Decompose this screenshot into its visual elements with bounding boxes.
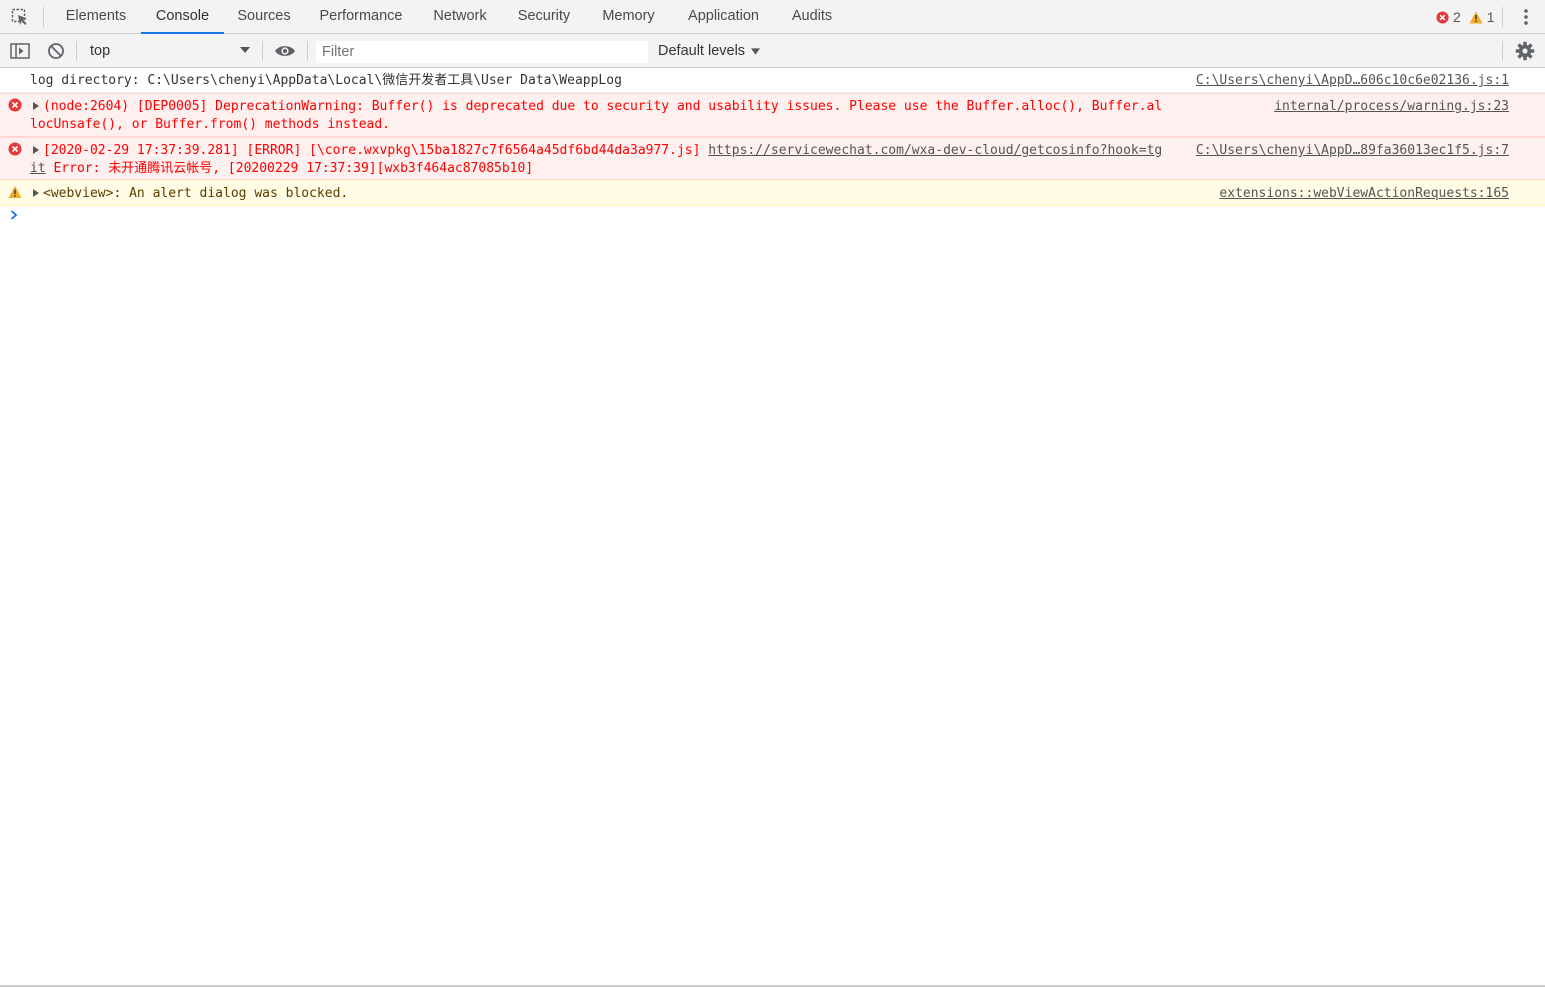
message-text: (node:2604) [DEP0005] DeprecationWarning… xyxy=(30,99,1163,132)
chevron-down-icon xyxy=(751,47,761,55)
chevron-down-icon xyxy=(240,47,250,53)
console-messages: log directory: C:\Users\chenyi\AppData\L… xyxy=(0,68,1545,228)
error-icon xyxy=(8,98,22,112)
gear-icon xyxy=(1515,41,1535,61)
expand-triangle-icon[interactable] xyxy=(33,102,39,110)
console-toolbar: top Default levels xyxy=(0,34,1545,68)
console-settings-button[interactable] xyxy=(1514,40,1536,62)
tab-network[interactable]: Network xyxy=(422,0,498,33)
tab-security[interactable]: Security xyxy=(508,0,580,33)
console-message-error: [2020-02-29 17:37:39.281] [ERROR] [\core… xyxy=(0,137,1545,180)
more-options-button[interactable] xyxy=(1515,6,1537,28)
log-levels-dropdown[interactable]: Default levels xyxy=(658,39,761,63)
prompt-chevron-icon xyxy=(10,210,18,220)
tab-elements[interactable]: Elements xyxy=(56,0,136,33)
context-selector[interactable]: top xyxy=(84,39,254,63)
issue-counters[interactable]: 2 1 xyxy=(1436,7,1503,27)
message-source-link[interactable]: C:\Users\chenyi\AppD…606c10c6e02136.js:1 xyxy=(1196,72,1509,90)
toolbar-separator xyxy=(307,41,308,61)
message-text: Error: 未开通腾讯云帐号, [20200229 17:37:39][wxb… xyxy=(45,161,534,176)
error-count: 2 xyxy=(1453,9,1461,25)
warning-icon xyxy=(8,186,22,198)
message-text: [2020-02-29 17:37:39.281] [ERROR] [\core… xyxy=(43,143,709,158)
tab-console[interactable]: Console xyxy=(141,0,224,34)
console-input[interactable] xyxy=(30,208,1510,226)
tab-performance[interactable]: Performance xyxy=(310,0,412,33)
message-source-link[interactable]: internal/process/warning.js:23 xyxy=(1274,98,1509,116)
tab-sources[interactable]: Sources xyxy=(228,0,300,33)
console-prompt xyxy=(0,206,1545,228)
clear-console-button[interactable] xyxy=(44,39,68,63)
console-message-error: (node:2604) [DEP0005] DeprecationWarning… xyxy=(0,93,1545,137)
warning-count-icon xyxy=(1469,11,1483,23)
tabbar-separator xyxy=(1502,7,1503,27)
filter-input[interactable] xyxy=(316,41,648,63)
tabbar-separator xyxy=(43,7,44,27)
message-source-link[interactable]: extensions::webViewActionRequests:165 xyxy=(1219,185,1509,203)
create-live-expression-button[interactable] xyxy=(273,39,297,63)
kebab-menu-icon xyxy=(1524,9,1528,25)
eye-icon xyxy=(275,46,295,56)
context-selector-value: top xyxy=(90,43,111,59)
error-icon xyxy=(8,142,22,156)
console-message-warning: <webview>: An alert dialog was blocked. … xyxy=(0,180,1545,206)
toolbar-separator xyxy=(1502,41,1503,61)
tab-application[interactable]: Application xyxy=(676,0,771,33)
message-source-link[interactable]: C:\Users\chenyi\AppD…89fa36013ec1f5.js:7 xyxy=(1196,142,1509,160)
warning-count: 1 xyxy=(1486,9,1495,25)
message-text: log directory: C:\Users\chenyi\AppData\L… xyxy=(30,73,622,88)
console-message-log: log directory: C:\Users\chenyi\AppData\L… xyxy=(0,68,1545,93)
tab-memory[interactable]: Memory xyxy=(591,0,666,33)
tab-audits[interactable]: Audits xyxy=(782,0,842,33)
clear-console-icon xyxy=(48,43,64,59)
show-sidebar-button[interactable] xyxy=(8,39,32,63)
message-text: <webview>: An alert dialog was blocked. xyxy=(43,186,349,201)
log-levels-label: Default levels xyxy=(658,43,746,59)
inspect-element-button[interactable] xyxy=(8,6,32,28)
message-body: (node:2604) [DEP0005] DeprecationWarning… xyxy=(30,94,1165,137)
expand-triangle-icon[interactable] xyxy=(33,189,39,197)
message-body: <webview>: An alert dialog was blocked. xyxy=(30,181,1165,206)
show-sidebar-icon xyxy=(10,43,30,59)
message-body: [2020-02-29 17:37:39.281] [ERROR] [\core… xyxy=(30,138,1165,181)
devtools-tabbar: Elements Console Sources Performance Net… xyxy=(0,0,1545,34)
error-count-icon xyxy=(1436,10,1449,24)
expand-triangle-icon[interactable] xyxy=(33,146,39,154)
toolbar-separator xyxy=(262,41,263,61)
toolbar-separator xyxy=(76,41,77,61)
inspect-element-icon xyxy=(11,8,27,25)
